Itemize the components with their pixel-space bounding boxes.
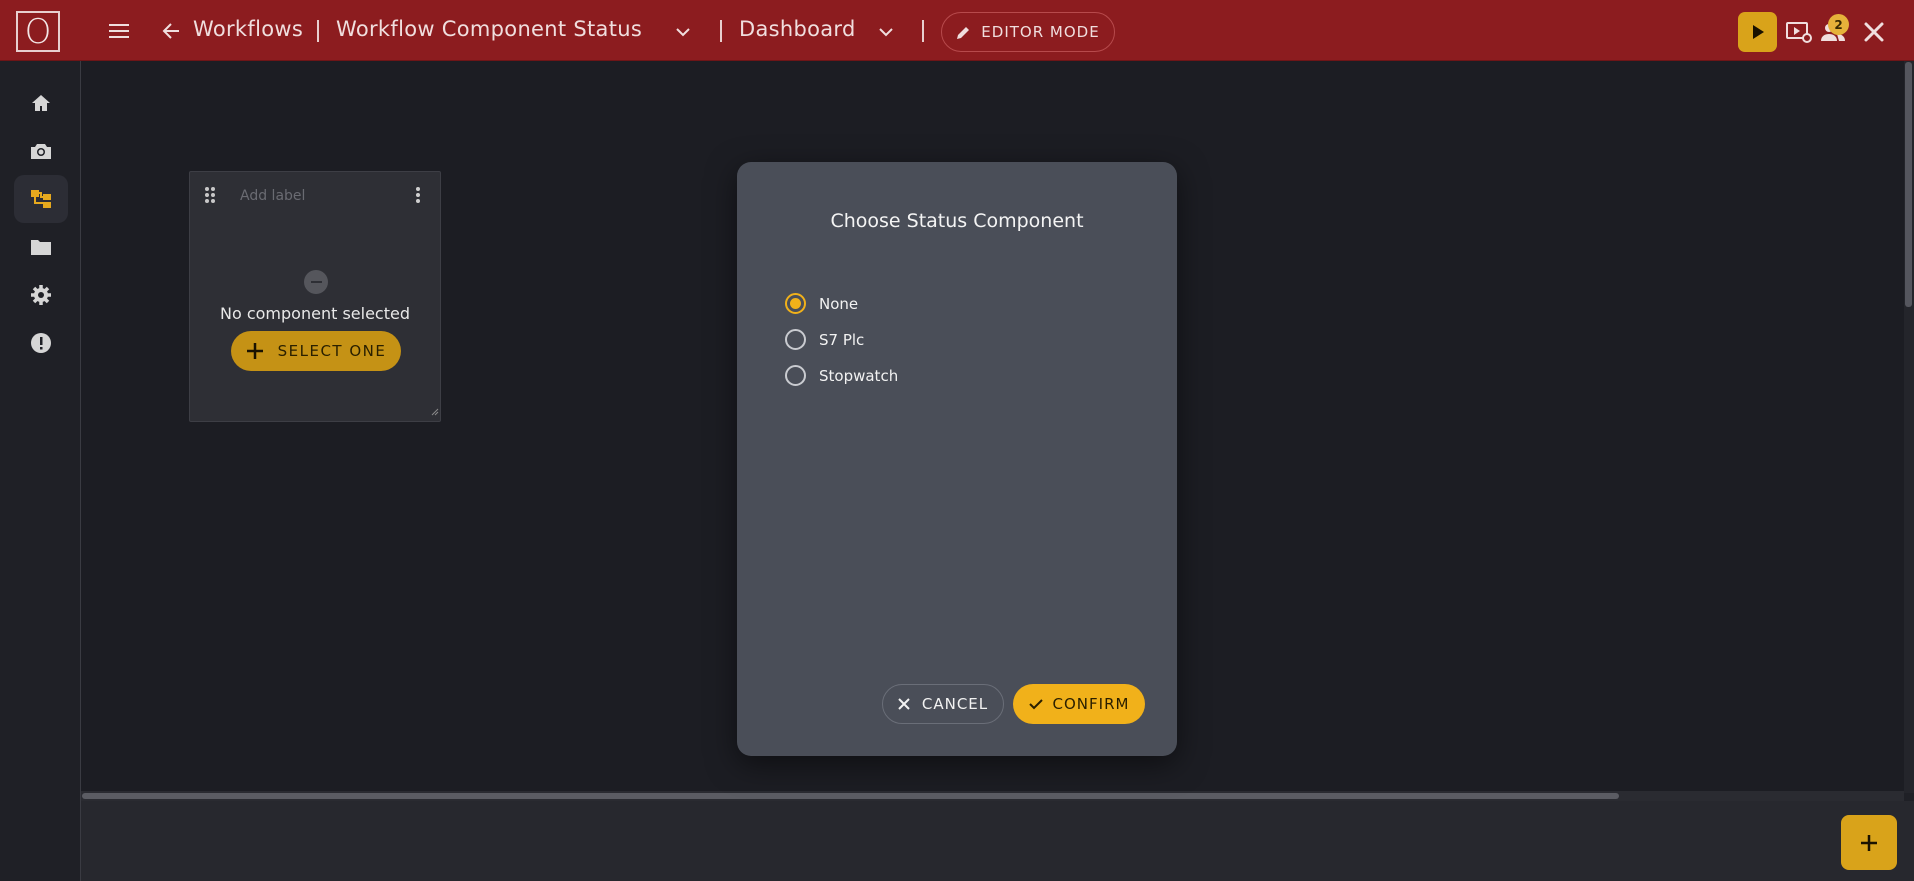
- select-one-button[interactable]: SELECT ONE: [231, 331, 401, 371]
- breadcrumb-separator: [720, 20, 722, 42]
- workflow-icon: [31, 190, 51, 208]
- sidebar-item-alerts[interactable]: [14, 319, 68, 367]
- top-app-bar: O Workflows Workflow Component Status Da…: [0, 0, 1914, 61]
- status-widget-card[interactable]: Add label No component selected SELECT O…: [189, 171, 441, 422]
- toolbar-separator: [922, 20, 924, 42]
- sidebar-item-workflows[interactable]: [14, 175, 68, 223]
- menu-icon[interactable]: [107, 19, 131, 43]
- widget-label-placeholder[interactable]: Add label: [240, 188, 305, 204]
- bottom-panel: [81, 801, 1914, 881]
- drag-handle-icon[interactable]: [204, 186, 216, 208]
- folder-icon: [31, 240, 51, 255]
- alert-icon: [31, 333, 51, 353]
- home-icon: [32, 95, 50, 111]
- horizontal-scrollbar-thumb[interactable]: [82, 793, 1619, 799]
- confirm-button[interactable]: CONFIRM: [1013, 684, 1145, 724]
- vertical-scrollbar-thumb[interactable]: [1905, 62, 1912, 307]
- play-icon: [1752, 25, 1764, 39]
- more-vert-icon[interactable]: [415, 186, 421, 208]
- sidebar-item-camera[interactable]: [14, 127, 68, 175]
- sidebar-item-home[interactable]: [14, 79, 68, 127]
- dialog-title: Choose Status Component: [830, 210, 1084, 232]
- radio-option-stopwatch[interactable]: Stopwatch: [785, 365, 898, 386]
- radio-button[interactable]: [785, 329, 806, 350]
- editor-mode-label: EDITOR MODE: [981, 23, 1100, 41]
- view-name-dropdown[interactable]: Dashboard: [739, 17, 856, 41]
- logo-letter: O: [24, 11, 52, 52]
- radio-option-none[interactable]: None: [785, 293, 858, 314]
- breadcrumb-separator: [317, 20, 319, 42]
- sidebar-item-settings[interactable]: [14, 271, 68, 319]
- radio-button[interactable]: [785, 365, 806, 386]
- add-widget-button[interactable]: [1841, 815, 1897, 870]
- choose-status-component-dialog: Choose Status Component None S7 Plc Stop…: [737, 162, 1177, 756]
- camera-icon: [31, 144, 51, 159]
- cancel-button[interactable]: CANCEL: [882, 684, 1004, 724]
- settings-icon: [31, 285, 51, 305]
- plus-icon: [1861, 834, 1877, 851]
- workflow-name-dropdown[interactable]: Workflow Component Status: [336, 17, 642, 41]
- video-settings-icon[interactable]: [1785, 20, 1813, 44]
- radio-label: Stopwatch: [819, 366, 899, 385]
- editor-mode-button[interactable]: EDITOR MODE: [941, 12, 1115, 52]
- radio-option-s7-plc[interactable]: S7 Plc: [785, 329, 864, 350]
- app-logo[interactable]: O: [16, 11, 60, 52]
- check-icon: [1028, 698, 1043, 709]
- close-icon: [898, 698, 910, 710]
- chevron-down-icon[interactable]: [673, 22, 693, 42]
- chevron-down-icon[interactable]: [876, 22, 896, 42]
- select-one-label: SELECT ONE: [277, 342, 387, 360]
- radio-label: S7 Plc: [819, 330, 865, 349]
- run-button[interactable]: [1738, 12, 1777, 52]
- confirm-label: CONFIRM: [1052, 695, 1130, 713]
- breadcrumb-workflows[interactable]: Workflows: [193, 17, 303, 41]
- notification-badge: 2: [1828, 14, 1849, 35]
- sidebar-item-files[interactable]: [14, 223, 68, 271]
- back-arrow-icon[interactable]: [159, 19, 183, 43]
- tools-icon[interactable]: [1862, 20, 1886, 44]
- empty-state-icon: [304, 270, 328, 294]
- empty-state-text: No component selected: [220, 304, 410, 323]
- cancel-label: CANCEL: [921, 695, 989, 713]
- radio-label: None: [819, 294, 859, 313]
- radio-button[interactable]: [785, 293, 806, 314]
- pencil-icon: [957, 26, 970, 39]
- plus-icon: [246, 343, 263, 359]
- resize-handle-icon[interactable]: [431, 401, 439, 420]
- sidebar: [0, 61, 81, 881]
